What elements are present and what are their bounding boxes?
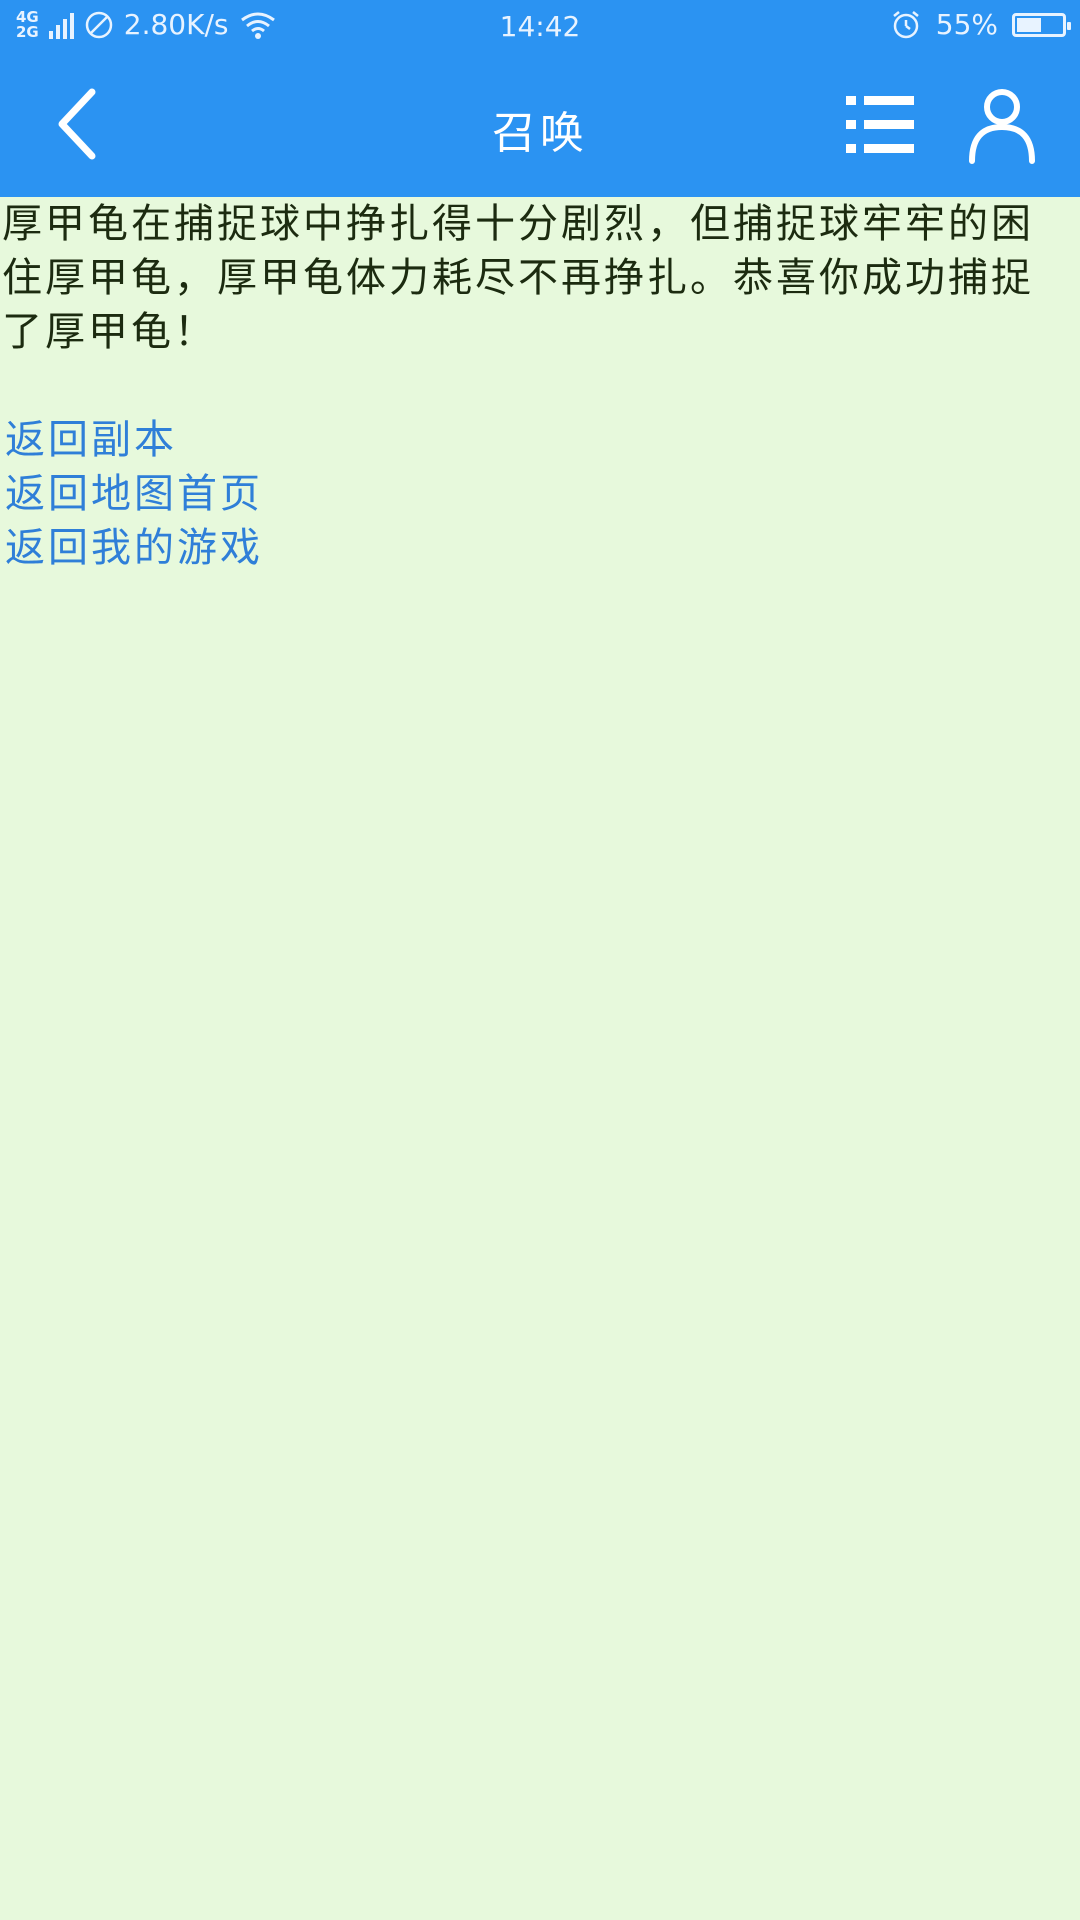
list-icon [846, 96, 914, 153]
app-header: 召唤 [0, 52, 1080, 197]
back-to-dungeon-link[interactable]: 返回副本 [2, 413, 1078, 467]
alarm-icon [892, 10, 919, 38]
back-to-map-home-link[interactable]: 返回地图首页 [2, 467, 1078, 521]
status-right: 55% [890, 8, 1071, 41]
user-button[interactable] [965, 87, 1040, 167]
user-icon [969, 89, 1035, 164]
navigation-links: 返回副本 返回地图首页 返回我的游戏 [2, 413, 1078, 575]
battery-percent: 55% [935, 8, 998, 41]
content-area: 厚甲龟在捕捉球中挣扎得十分剧烈，但捕捉球牢牢的困住厚甲龟，厚甲龟体力耗尽不再挣扎… [0, 197, 1080, 575]
phone-screen: 4G 2G 2.80K/s 14:42 55% 召唤 厚甲龟在捕捉球中挣扎得十分… [0, 0, 1080, 1920]
capture-result-message: 厚甲龟在捕捉球中挣扎得十分剧烈，但捕捉球牢牢的困住厚甲龟，厚甲龟体力耗尽不再挣扎… [2, 201, 1034, 355]
menu-button[interactable] [840, 90, 920, 160]
back-to-my-game-link[interactable]: 返回我的游戏 [2, 521, 1078, 575]
battery-icon [1012, 12, 1071, 37]
status-bar: 4G 2G 2.80K/s 14:42 55% [0, 0, 1080, 52]
battery-level [1017, 17, 1041, 32]
